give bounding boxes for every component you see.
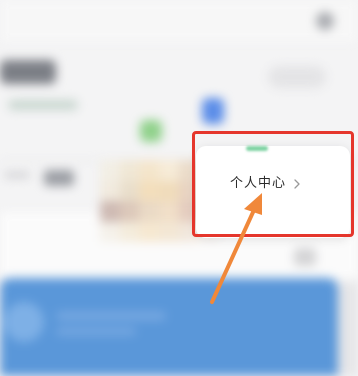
popup-accent	[246, 146, 268, 151]
subtitle-placeholder	[8, 100, 78, 110]
header-button	[268, 66, 326, 88]
banner-text-line	[56, 312, 166, 320]
title-placeholder	[0, 60, 56, 84]
small-block	[294, 248, 316, 266]
chevron-right-icon	[292, 175, 302, 189]
green-app-tile	[140, 120, 162, 142]
blue-app-tile	[202, 98, 224, 124]
blue-banner	[0, 278, 338, 376]
top-right-icon	[316, 12, 334, 30]
menu-item-personal-center[interactable]: 个人中心	[230, 164, 340, 198]
banner-text-line	[56, 328, 136, 335]
top-bar	[0, 0, 358, 42]
side-strip	[338, 282, 358, 376]
row-block	[44, 170, 74, 186]
popup-menu: 个人中心	[196, 146, 350, 238]
menu-item-label: 个人中心	[230, 175, 287, 191]
row-line	[4, 172, 30, 178]
banner-avatar	[4, 302, 44, 342]
